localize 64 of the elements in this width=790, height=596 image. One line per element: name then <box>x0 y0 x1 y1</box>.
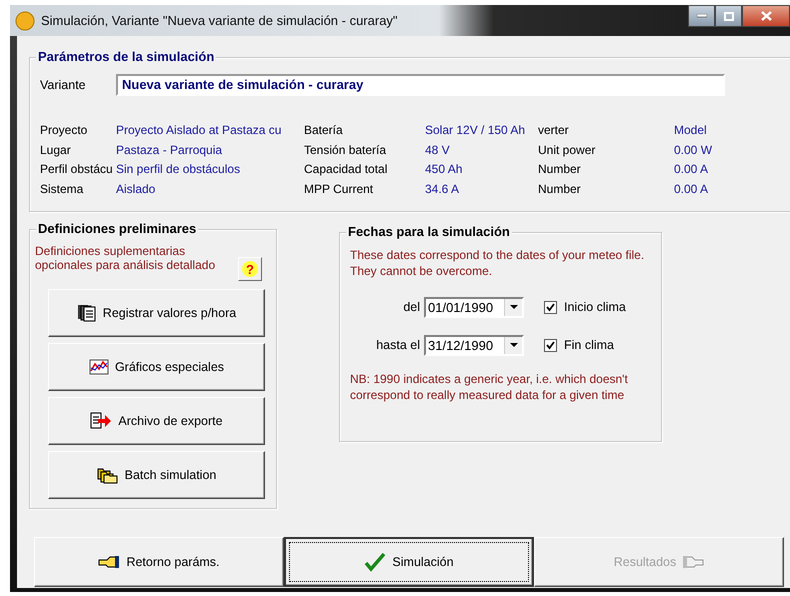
footer-button[interactable]: Retorno paráms. <box>34 537 284 587</box>
dropdown-arrow-icon <box>510 343 518 347</box>
action-button[interactable]: Batch simulation <box>48 451 265 499</box>
minimize-button[interactable] <box>688 5 715 27</box>
window-title: Simulación, Variante "Nueva variante de simulación - curaray" <box>41 13 399 28</box>
field-value: Aislado <box>116 180 156 197</box>
field-label: Capacidad total <box>304 161 388 178</box>
documents-icon <box>76 304 97 322</box>
checkbox[interactable] <box>544 338 557 352</box>
pointing-hand-icon <box>98 555 120 569</box>
action-button[interactable]: Gráficos especiales <box>48 343 265 391</box>
group-title: Fechas para la simulación <box>346 224 512 240</box>
question-mark-icon: ? <box>242 261 258 277</box>
footer-button[interactable]: Simulación <box>284 537 534 587</box>
pointing-hand-icon <box>682 555 704 569</box>
field-label: Proyecto <box>40 122 88 138</box>
field-value: Proyecto Aislado at Pastaza cu <box>116 122 282 138</box>
field-value: Model <box>673 122 708 138</box>
field-label: Tensión batería <box>304 142 388 158</box>
field-label: Unit power <box>538 142 596 158</box>
field-label: Batería <box>304 122 344 138</box>
note-text: Definiciones suplementarias opcionales para análisis detallado <box>35 244 216 272</box>
group-title: Definiciones preliminares <box>36 221 198 237</box>
field-value: Pastaza - Parroquia <box>116 142 224 158</box>
field-value: 450 Ah <box>424 161 464 178</box>
field-label: Perfil obstácu <box>40 161 114 178</box>
document-arrow-icon <box>90 412 112 430</box>
date-dropdown[interactable]: 31/12/1990 <box>424 334 524 356</box>
note-text: These dates correspond to the dates of your meteo file. They cannot be overcome. <box>350 247 646 279</box>
app-icon <box>15 10 35 30</box>
field-value: 0.00 A <box>673 180 710 197</box>
field-value: Sin perfil de obstáculos <box>116 161 242 178</box>
field-label: Sistema <box>40 180 84 197</box>
field-value: Solar 12V / 150 Ah <box>424 122 526 138</box>
field-label: Variante <box>40 78 87 92</box>
help-button[interactable]: ? <box>238 257 262 281</box>
field-label: Number <box>538 161 582 178</box>
field-label: Number <box>538 180 582 197</box>
variant-field[interactable]: Nueva variante de simulación - curaray <box>116 74 725 96</box>
field-label: hasta el <box>375 338 421 352</box>
note-text: NB: 1990 indicates a generic year, i.e. which doesn't correspond to really measured data for a given time <box>350 371 629 403</box>
checkmark-icon <box>364 552 386 572</box>
field-label: MPP Current <box>304 180 374 197</box>
field-value: 48 V <box>424 142 451 158</box>
maximize-button[interactable] <box>715 5 742 27</box>
date-dropdown[interactable]: 01/01/1990 <box>424 296 524 318</box>
folders-icon <box>96 466 119 484</box>
field-label: verter <box>538 122 570 138</box>
field-value: 34.6 A <box>424 180 460 197</box>
dropdown-arrow-icon <box>510 305 518 309</box>
maximize-icon <box>724 12 734 20</box>
field-label: Lugar <box>40 142 72 158</box>
chart-icon <box>88 359 109 375</box>
field-value: 0.00 W <box>673 142 714 158</box>
checkbox[interactable] <box>544 300 557 314</box>
action-button[interactable]: Registrar valores p/hora <box>48 289 265 337</box>
action-button[interactable]: Archivo de exporte <box>48 397 265 445</box>
minimize-icon <box>696 14 706 18</box>
checkbox-label: Inicio clima <box>564 300 626 314</box>
field-value: 0.00 A <box>673 161 710 178</box>
close-button[interactable] <box>742 5 790 27</box>
checkbox-label: Fin clima <box>564 338 614 352</box>
field-label: del <box>402 300 421 314</box>
close-icon <box>760 11 772 21</box>
